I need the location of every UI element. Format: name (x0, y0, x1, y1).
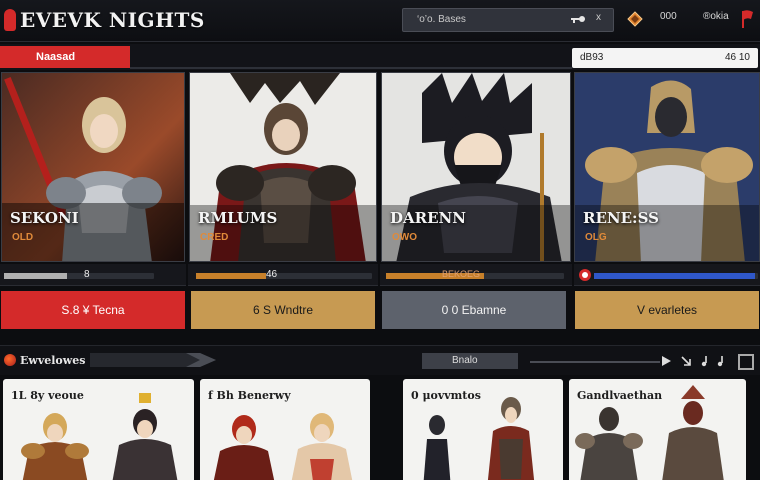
flag-icon[interactable] (740, 9, 756, 29)
hero-name-4: RENE:SS (583, 209, 659, 227)
search-text: ‘o’o. Bases (417, 14, 466, 25)
hero-strip-3: BEKOEG (380, 264, 572, 286)
roster-card-title-2: f Bh Benerwy (208, 389, 291, 402)
progress-fill (4, 273, 67, 279)
logo-icon (4, 9, 16, 31)
hero-card-3[interactable]: DARENN OWO (381, 72, 571, 262)
progress-fill (196, 273, 267, 279)
scroll-rail[interactable] (746, 378, 760, 480)
hero-subtitle-2: CRED (200, 232, 229, 243)
hero-strip-4 (574, 264, 760, 286)
sort-dropdown[interactable]: Bnalo (422, 353, 518, 369)
hero-name-3: DARENN (390, 209, 466, 227)
chevron-strip-icon (90, 353, 216, 367)
gem-icon[interactable] (627, 11, 643, 27)
clear-search-icon[interactable]: x (596, 12, 601, 23)
arrow-icon[interactable] (680, 355, 692, 367)
hero-strip-text-3: BEKOEG (442, 269, 481, 279)
roster-card-3[interactable]: 0 μovvmtos (403, 379, 563, 480)
play-icon[interactable] (660, 355, 672, 367)
roster-card-title-1: 1L 8y veoue (11, 389, 84, 402)
hero-name-2: RMLUMS (198, 209, 278, 227)
filter-tab-right: 46 10 (724, 52, 750, 63)
filter-tab[interactable]: dB93 46 10 (572, 48, 758, 68)
roster-section-title: Ewvelowes (20, 354, 86, 367)
fire-icon (579, 269, 591, 281)
filter-tab-left: dB93 (580, 52, 604, 63)
section-divider (130, 67, 572, 69)
fullscreen-button[interactable] (738, 354, 754, 370)
game-logo[interactable]: EVEVK NIGHTS (20, 8, 205, 32)
hero-progress-1 (4, 273, 154, 279)
hero-card-4[interactable]: RENE:SS OLG (574, 72, 760, 262)
music-note-icon[interactable] (698, 355, 710, 367)
hero-card-1[interactable]: SEKONI OLD (1, 72, 185, 262)
hero-subtitle-1: OLD (12, 232, 34, 243)
hero-strip-text-2: 46 (266, 269, 278, 280)
hero-action-button-2[interactable]: 6 S Wndtre (191, 291, 375, 329)
roster-card-4[interactable]: Gandlvaethan (569, 379, 746, 480)
roster-card-title-4: Gandlvaethan (577, 389, 663, 402)
account-label[interactable]: ®okia (703, 11, 729, 22)
hero-name-1: SEKONI (10, 209, 79, 227)
section-orb-icon (4, 354, 16, 366)
hero-action-button-3[interactable]: 0 0 Ebamne (382, 291, 566, 329)
volume-slider[interactable] (530, 361, 660, 363)
key-icon[interactable] (570, 13, 586, 25)
hero-card-2[interactable]: RMLUMS CRED (189, 72, 377, 262)
tab-featured-label: Naasad (36, 51, 76, 63)
hero-strip-2: 46 (188, 264, 378, 286)
hero-progress-2 (196, 273, 372, 279)
hero-strip-text-1: 8 (84, 269, 90, 280)
sort-dropdown-label: Bnalo (452, 355, 478, 366)
hero-action-button-4[interactable]: V evarletes (575, 291, 759, 329)
hero-subtitle-3: OWO (392, 232, 417, 243)
hero-progress-4 (594, 273, 758, 279)
hero-strip-1: 8 (0, 264, 186, 286)
roster-card-1[interactable]: 1L 8y veoue (3, 379, 194, 480)
progress-fill (594, 273, 755, 279)
hero-subtitle-4: OLG (585, 232, 607, 243)
roster-card-2[interactable]: f Bh Benerwy (200, 379, 370, 480)
roster-card-title-3: 0 μovvmtos (411, 389, 481, 402)
hero-action-button-1[interactable]: S.8 ¥ Tecna (1, 291, 185, 329)
currency-label[interactable]: 000 (660, 11, 677, 22)
tab-featured[interactable]: Naasad (0, 46, 130, 68)
note-icon[interactable] (714, 355, 726, 367)
